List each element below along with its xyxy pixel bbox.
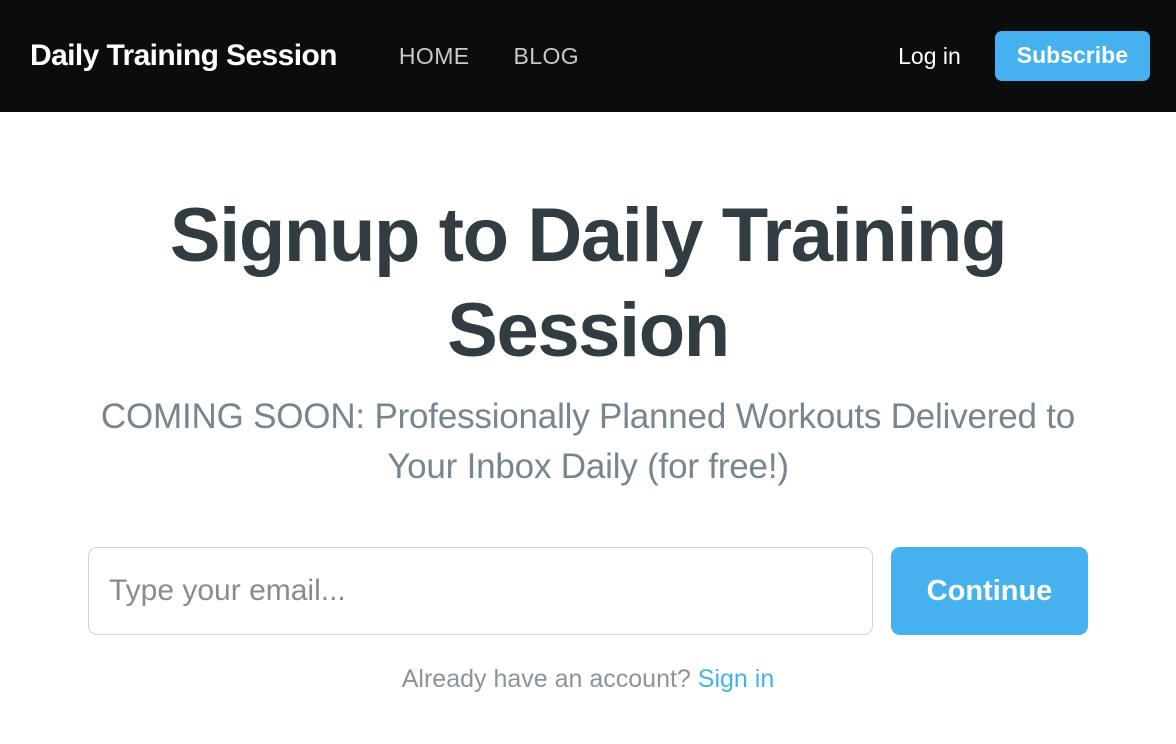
email-input[interactable]	[88, 547, 873, 636]
subscribe-button[interactable]: Subscribe	[994, 31, 1150, 81]
hero-section: Signup to Daily Training Session COMING …	[88, 112, 1088, 694]
continue-button[interactable]: Continue	[891, 547, 1088, 636]
site-header: Daily Training Session HOME BLOG Log in …	[0, 0, 1176, 112]
login-link[interactable]: Log in	[898, 44, 961, 68]
email-signup-form: Continue	[88, 547, 1088, 636]
page-title: Signup to Daily Training Session	[169, 193, 1008, 373]
primary-nav: HOME BLOG	[399, 44, 580, 68]
nav-item-blog[interactable]: BLOG	[514, 44, 580, 68]
page-subtitle: COMING SOON: Professionally Planned Work…	[100, 397, 1076, 486]
signin-note: Already have an account? Sign in	[88, 664, 1088, 694]
signin-prompt-text: Already have an account?	[401, 665, 691, 694]
header-actions: Log in Subscribe	[898, 31, 1150, 81]
site-logo[interactable]: Daily Training Session	[30, 41, 338, 71]
nav-item-home[interactable]: HOME	[399, 44, 470, 68]
signin-link[interactable]: Sign in	[698, 665, 774, 693]
